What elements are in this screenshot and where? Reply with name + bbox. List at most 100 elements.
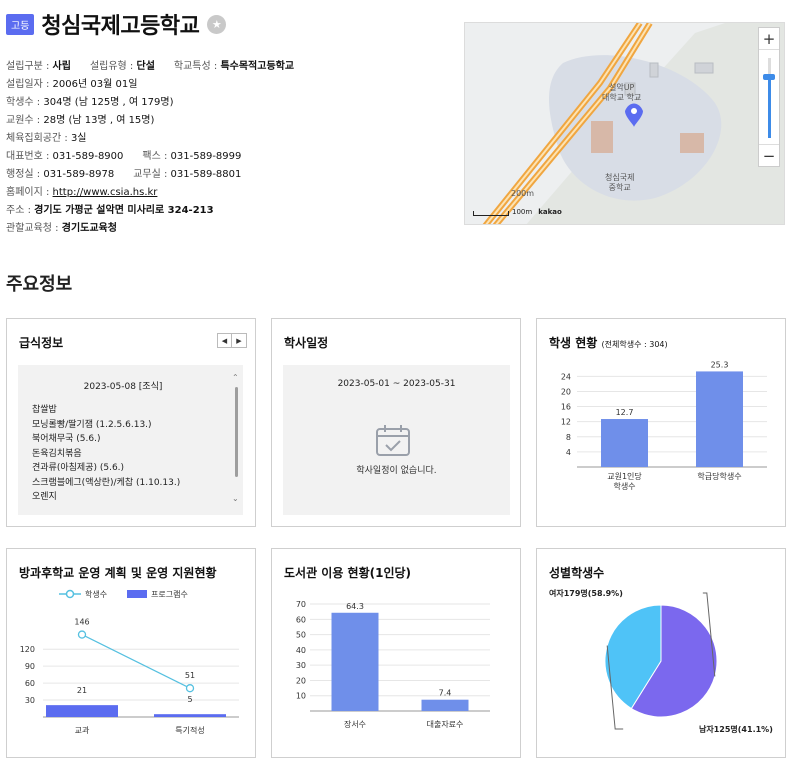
zoom-slider-handle[interactable] [763, 74, 775, 80]
info-label: 행정실 : [6, 169, 41, 180]
school-level-badge: 고등 [6, 13, 35, 35]
map-elevation-label: 200m [511, 189, 535, 198]
data-label: 51 [185, 671, 195, 680]
info-label: 설립구분 : [6, 61, 50, 72]
bar [46, 705, 118, 717]
meal-item: 모닝롤빵/딸기잼 (1.2.5.6.13.) [32, 419, 152, 430]
zoom-in-button[interactable]: + [759, 28, 779, 50]
data-label: 12.7 [616, 408, 634, 417]
y-tick-label: 12 [561, 418, 571, 427]
info-value: 031-589-8978 [43, 169, 115, 180]
legend-label: 학생수 [85, 589, 107, 599]
student-status-subtitle: (전체학생수 : 304) [601, 340, 668, 349]
library-card: 도서관 이용 현황(1인당) 10 20 30 40 50 60 70 64.3 장서수 7.4 대… [271, 548, 521, 758]
meal-scrollbar[interactable]: ⌃ ⌄ [232, 373, 240, 503]
homepage-link[interactable]: http://www.csia.hs.kr [53, 184, 158, 202]
data-label: 64.3 [346, 602, 364, 611]
schedule-empty-message: 학사일정이 없습니다. [356, 466, 437, 476]
x-tick-label: 학생수 [613, 481, 635, 491]
y-tick-label: 8 [566, 433, 571, 442]
meal-item: 견과류(아침제공) (5.6.) [32, 463, 125, 473]
y-tick-label: 70 [296, 600, 306, 609]
info-label: 설립유형 : [89, 61, 134, 72]
meal-box: 2023-05-08 [조식] 찹쌀밥 모닝롤빵/딸기잼 (1.2.5.6.13… [18, 365, 243, 515]
prev-arrow-icon[interactable]: ◀ [218, 334, 232, 347]
scale-label: 100m [512, 208, 533, 216]
info-label: 대표번호 : [6, 151, 50, 162]
info-value: 031-589-8900 [52, 151, 124, 162]
info-value: 경기도 가평군 설악면 미사리로 324-213 [34, 205, 214, 216]
meal-list: 찹쌀밥 모닝롤빵/딸기잼 (1.2.5.6.13.) 북어채무국 (5.6.) … [32, 403, 180, 505]
meal-title: 급식정보 [19, 336, 64, 350]
data-label: 7.4 [439, 689, 452, 698]
y-tick-label: 120 [20, 645, 35, 654]
y-tick-label: 20 [561, 387, 571, 396]
line-point [185, 684, 195, 693]
next-arrow-icon[interactable]: ▶ [232, 334, 246, 347]
scroll-down-icon[interactable]: ⌄ [232, 494, 239, 503]
line-point [77, 630, 87, 639]
info-label: 주소 : [6, 205, 31, 216]
legend-label: 프로그램수 [151, 589, 188, 599]
bar [696, 371, 743, 467]
scale-line [473, 211, 509, 216]
y-tick-label: 50 [296, 631, 306, 640]
map-scale: 100m kakao [473, 208, 562, 216]
schedule-card: 학사일정 2023-05-01 ~ 2023-05-31 학사일정이 없습니다. [271, 318, 521, 527]
series-line [81, 634, 191, 689]
calendar-icon [376, 425, 410, 456]
meal-card: 급식정보 ◀ ▶ 2023-05-08 [조식] 찹쌀밥 모닝롤빵/딸기잼 (1… [6, 318, 256, 527]
scroll-up-icon[interactable]: ⌃ [232, 373, 239, 382]
star-icon[interactable]: ★ [207, 14, 227, 34]
afterschool-title: 방과후학교 운영 계획 및 운영 지원현황 [19, 566, 217, 580]
schedule-title: 학사일정 [284, 336, 329, 350]
x-tick-label: 학급당학생수 [697, 471, 741, 481]
y-tick-label: 24 [561, 372, 571, 381]
meal-item: 돈육김치볶음 [32, 448, 82, 459]
info-value: 28명 (남 13명 , 여 15명) [43, 115, 155, 126]
bar [331, 612, 379, 711]
data-label: 25.3 [711, 360, 729, 369]
info-value: 3실 [70, 133, 87, 144]
library-chart: 10 20 30 40 50 60 70 64.3 장서수 7.4 대출자료수 [296, 600, 490, 729]
school-map[interactable]: 설악UP 대학교 학교 청심국제 중학교 200m + − 100m kakao [464, 22, 785, 225]
student-status-title: 학생 현황 (전체학생수 : 304) [549, 334, 668, 351]
y-tick-label: 16 [561, 403, 571, 412]
student-status-card: 학생 현황 (전체학생수 : 304) 4 8 12 16 20 24 12.7 교원1인당 학… [536, 318, 786, 527]
y-tick-label: 60 [296, 615, 306, 624]
legend-bar-swatch [127, 590, 147, 598]
afterschool-chart: 학생수 프로그램수 30 60 90 120 21 교과 5 특기적성 146 51 [20, 589, 239, 735]
section-title: 주요정보 [6, 274, 73, 295]
school-header: 고등 청심국제고등학교 ★ [6, 8, 227, 40]
bar [154, 714, 226, 717]
meal-nav: ◀ ▶ [217, 333, 247, 348]
info-label: 관할교육청 : [6, 223, 59, 234]
y-tick-label: 30 [296, 661, 306, 670]
y-tick-label: 4 [566, 448, 571, 457]
info-label: 체육집회공간 : [6, 133, 68, 144]
legend-line-marker [65, 589, 75, 599]
info-value: 단설 [136, 61, 155, 72]
y-tick-label: 60 [25, 679, 35, 688]
info-value: 특수목적고등학교 [220, 61, 295, 72]
info-value: 031-589-8999 [170, 151, 242, 162]
info-value: 사립 [52, 61, 71, 72]
map-brand: kakao [538, 208, 562, 216]
student-status-title-text: 학생 현황 [549, 336, 598, 350]
pie-label: 여자179명(58.9%) [549, 588, 623, 598]
info-label: 설립일자 : [6, 79, 50, 90]
info-value: 304명 (남 125명 , 여 179명) [43, 97, 174, 108]
library-title: 도서관 이용 현황(1인당) [284, 566, 412, 580]
meal-item: 스크램블에그(액상란)/케찹 (1.10.13.) [32, 477, 181, 488]
school-name: 청심국제고등학교 [41, 14, 200, 39]
info-label: 홈페이지 : [6, 187, 50, 198]
scroll-thumb[interactable] [235, 387, 238, 477]
info-value: 2006년 03월 01일 [52, 79, 138, 90]
data-label: 146 [74, 618, 89, 627]
pie-label: 남자125명(41.1%) [699, 724, 773, 734]
zoom-out-button[interactable]: − [759, 144, 779, 166]
x-tick-label: 교과 [75, 726, 90, 735]
info-label: 교원수 : [6, 115, 41, 126]
meal-item: 찹쌀밥 [32, 405, 57, 415]
zoom-control: + − [758, 27, 780, 167]
